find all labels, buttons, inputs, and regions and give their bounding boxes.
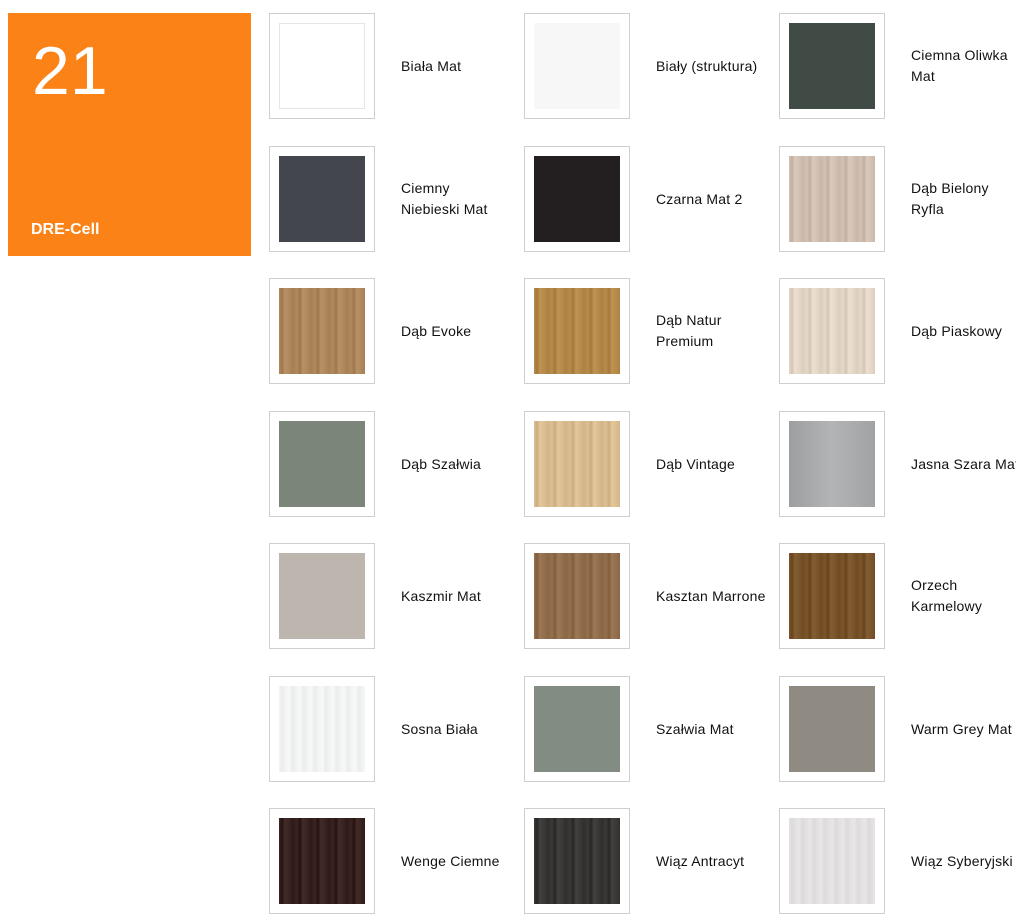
color-swatch — [279, 156, 365, 242]
swatch-item[interactable]: Dąb Natur Premium — [524, 278, 764, 384]
swatch-label: Warm Grey Mat — [911, 720, 1012, 737]
swatch-label: Dąb Szałwia — [401, 455, 482, 472]
swatch-label: Kaszmir Mat — [401, 587, 481, 604]
swatch-tile[interactable] — [269, 676, 375, 782]
swatch-tile[interactable] — [524, 13, 630, 119]
color-swatch — [279, 818, 365, 904]
swatch-label: Ciemny Niebieski Mat — [401, 180, 488, 217]
swatch-item[interactable]: Szałwia Mat — [524, 676, 764, 782]
swatch-item[interactable]: Sosna Biała — [269, 676, 509, 782]
collection-badge: 21 DRE-Cell — [8, 13, 251, 256]
swatch-item[interactable]: Dąb Vintage — [524, 411, 764, 517]
collection-name: DRE-Cell — [31, 221, 100, 238]
swatch-tile[interactable] — [524, 278, 630, 384]
color-swatch — [279, 686, 365, 772]
swatch-label: Dąb Vintage — [656, 455, 736, 472]
swatch-item[interactable]: Wiąz Syberyjski — [779, 808, 1016, 914]
swatch-item[interactable]: Wiąz Antracyt — [524, 808, 764, 914]
color-swatch — [534, 288, 620, 374]
color-swatch — [534, 156, 620, 242]
swatch-tile[interactable] — [779, 808, 885, 914]
swatch-tile[interactable] — [779, 13, 885, 119]
swatch-tile[interactable] — [269, 146, 375, 252]
swatch-label: Czarna Mat 2 — [656, 190, 743, 207]
swatch-item[interactable]: Jasna Szara Mat — [779, 411, 1016, 517]
swatch-label: Biały (struktura) — [656, 57, 758, 74]
swatch-tile[interactable] — [269, 411, 375, 517]
swatch-label: Dąb Piaskowy — [911, 322, 1003, 339]
color-swatch — [534, 421, 620, 507]
swatch-label: Jasna Szara Mat — [911, 455, 1016, 472]
swatch-tile[interactable] — [524, 411, 630, 517]
swatch-label: Dąb Natur Premium — [656, 312, 722, 349]
swatch-item[interactable]: Ciemna Oliwka Mat — [779, 13, 1016, 119]
color-swatch — [279, 23, 365, 109]
swatch-tile[interactable] — [779, 543, 885, 649]
swatch-tile[interactable] — [269, 13, 375, 119]
swatch-tile[interactable] — [524, 146, 630, 252]
color-swatch — [789, 288, 875, 374]
swatch-label: Szałwia Mat — [656, 720, 734, 737]
collection-number: 21 — [32, 33, 108, 109]
swatch-item[interactable]: Kaszmir Mat — [269, 543, 509, 649]
swatch-label: Wiąz Antracyt — [656, 852, 745, 869]
color-swatch — [534, 686, 620, 772]
swatch-item[interactable]: Dąb Evoke — [269, 278, 509, 384]
color-swatch — [279, 421, 365, 507]
swatch-item[interactable]: Dąb Szałwia — [269, 411, 509, 517]
swatch-tile[interactable] — [269, 278, 375, 384]
swatch-item[interactable]: Biała Mat — [269, 13, 509, 119]
swatch-item[interactable]: Biały (struktura) — [524, 13, 764, 119]
swatch-tile[interactable] — [779, 146, 885, 252]
swatch-tile[interactable] — [269, 808, 375, 914]
swatch-label: Orzech Karmelowy — [911, 577, 983, 614]
color-swatch — [789, 421, 875, 507]
color-swatch — [789, 156, 875, 242]
swatch-label: Ciemna Oliwka Mat — [911, 47, 1008, 84]
swatch-tile[interactable] — [524, 676, 630, 782]
swatch-item[interactable]: Czarna Mat 2 — [524, 146, 764, 252]
swatch-item[interactable]: Dąb Piaskowy — [779, 278, 1016, 384]
swatch-tile[interactable] — [524, 808, 630, 914]
color-swatch — [789, 686, 875, 772]
swatch-item[interactable]: Ciemny Niebieski Mat — [269, 146, 509, 252]
color-swatch — [534, 818, 620, 904]
color-swatch — [789, 553, 875, 639]
swatch-label: Wiąz Syberyjski — [911, 852, 1013, 869]
swatch-item[interactable]: Orzech Karmelowy — [779, 543, 1016, 649]
swatch-item[interactable]: Warm Grey Mat — [779, 676, 1016, 782]
swatch-item[interactable]: Wenge Ciemne — [269, 808, 509, 914]
swatch-tile[interactable] — [524, 543, 630, 649]
color-swatch — [789, 23, 875, 109]
color-swatch — [279, 553, 365, 639]
swatch-label: Kasztan Marrone — [656, 587, 766, 604]
swatch-label: Biała Mat — [401, 57, 462, 74]
swatch-tile[interactable] — [269, 543, 375, 649]
color-swatch — [534, 23, 620, 109]
swatch-label: Dąb Evoke — [401, 322, 472, 339]
swatch-label: Dąb Bielony Ryfla — [911, 180, 989, 217]
swatch-label: Sosna Biała — [401, 720, 478, 737]
swatch-tile[interactable] — [779, 676, 885, 782]
color-swatch — [534, 553, 620, 639]
swatch-item[interactable]: Kasztan Marrone — [524, 543, 766, 649]
swatch-tile[interactable] — [779, 411, 885, 517]
color-swatch — [279, 288, 365, 374]
color-swatch — [789, 818, 875, 904]
swatch-tile[interactable] — [779, 278, 885, 384]
swatch-item[interactable]: Dąb Bielony Ryfla — [779, 146, 1016, 252]
swatch-label: Wenge Ciemne — [401, 852, 500, 869]
